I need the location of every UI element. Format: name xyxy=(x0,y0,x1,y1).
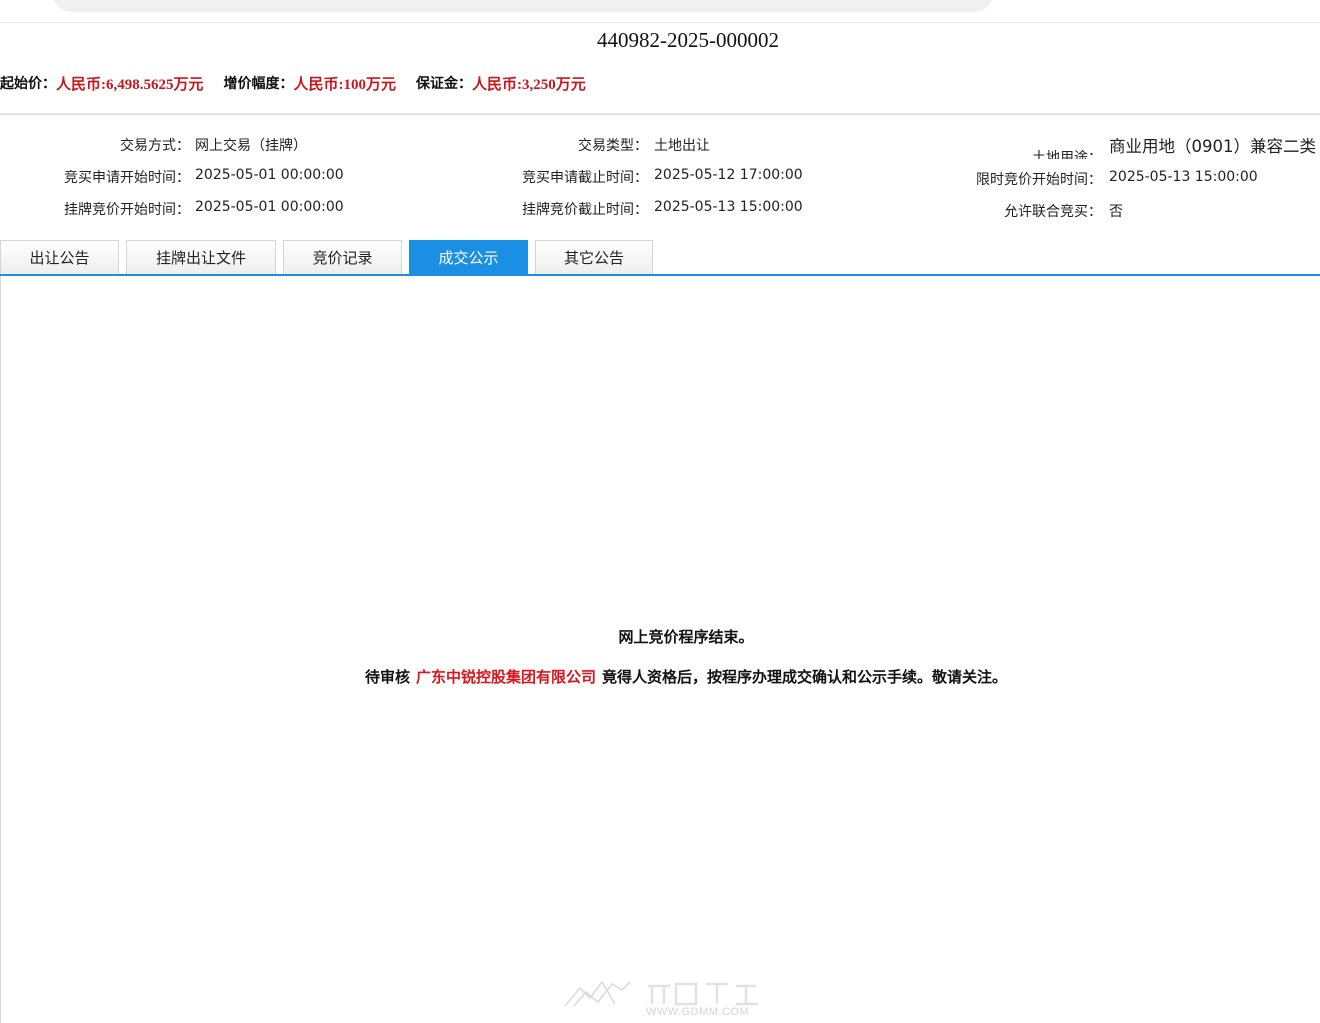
start-price-value: 人民币:6,498.5625万元 xyxy=(56,76,204,93)
land-use-label-text: 土地用途： xyxy=(1032,150,1102,159)
apply-start-label: 竞买申请开始时间： xyxy=(0,167,190,187)
timed-bid-start-label-text: 限时竞价开始时间： xyxy=(976,172,1102,188)
winner-company: 广东中锐控股集团有限公司 xyxy=(415,668,596,686)
search-bar[interactable] xyxy=(52,0,994,12)
top-divider xyxy=(0,22,1320,23)
apply-start-value: 2025-05-01 00:00:00 xyxy=(195,167,344,183)
bid-ended-message: 网上竞价程序结束。 xyxy=(618,628,754,646)
listing-bid-end-value: 2025-05-13 15:00:00 xyxy=(654,199,803,215)
increment-value: 人民币:100万元 xyxy=(293,76,397,93)
land-use-value: 商业用地（0901）兼容二类 xyxy=(1109,137,1316,156)
start-price-label: 起始价： xyxy=(0,76,56,92)
trade-method-value: 网上交易（挂牌） xyxy=(195,138,307,154)
trade-method-label-cell: 交易方式： xyxy=(0,135,190,155)
listing-bid-start-value: 2025-05-01 00:00:00 xyxy=(195,199,344,215)
tab-bid-records[interactable]: 竞价记录 xyxy=(283,240,402,274)
winner-prefix: 待审核 xyxy=(364,668,410,686)
listing-bid-start-label: 挂牌竞价开始时间： xyxy=(0,199,190,219)
gdmm-logo-icon: WWW.GDMM.COM xyxy=(560,978,765,1022)
trade-type-label: 交易类型： xyxy=(440,135,648,155)
joint-bid-label: 允许联合竞买： xyxy=(900,201,1102,221)
deposit-value: 人民币:3,250万元 xyxy=(472,76,586,93)
price-summary: 起始价： 人民币:6,498.5625万元 增价幅度： 人民币:100万元 保证… xyxy=(0,72,606,94)
listing-bid-end-label-text: 挂牌竞价截止时间： xyxy=(522,202,648,218)
info-divider xyxy=(0,113,1320,115)
trade-type-value: 土地出让 xyxy=(654,138,710,154)
apply-end-value: 2025-05-12 17:00:00 xyxy=(654,167,803,183)
joint-bid-value: 否 xyxy=(1109,204,1123,220)
tab-other-notices[interactable]: 其它公告 xyxy=(535,240,653,274)
tab-transfer-notice[interactable]: 出让公告 xyxy=(0,240,119,274)
timed-bid-start-label: 限时竞价开始时间： xyxy=(900,169,1102,189)
joint-bid-label-text: 允许联合竞买： xyxy=(1004,204,1102,220)
timed-bid-start-value: 2025-05-13 15:00:00 xyxy=(1109,169,1258,185)
deposit-label: 保证金： xyxy=(416,76,472,92)
watermark-graphic xyxy=(564,980,758,1007)
apply-end-label-text: 竞买申请截止时间： xyxy=(522,170,648,186)
listing-code-title: 440982-2025-000002 xyxy=(597,28,779,52)
tab-transaction-publicity[interactable]: 成交公示 xyxy=(409,240,528,274)
trade-method-label-text: 交易方式： xyxy=(120,138,190,154)
winner-message: 待审核 广东中锐控股集团有限公司 竟得人资格后，按程序办理成交确认和公示手续。敬请关… xyxy=(0,666,1320,687)
listing-bid-start-label-text: 挂牌竞价开始时间： xyxy=(64,202,190,218)
listing-bid-end-label: 挂牌竞价截止时间： xyxy=(440,199,648,219)
apply-end-label: 竞买申请截止时间： xyxy=(440,167,648,187)
increment-label: 增价幅度： xyxy=(223,76,294,92)
content-border xyxy=(0,276,1,1023)
page: 440982-2025-000002 起始价： 人民币:6,498.5625万元… xyxy=(0,0,1320,1023)
trade-type-label-text: 交易类型： xyxy=(578,138,648,154)
watermark-url: WWW.GDMM.COM xyxy=(646,1006,750,1018)
winner-suffix: 竟得人资格后，按程序办理成交确认和公示手续。敬请关注。 xyxy=(602,668,1008,686)
apply-start-label-text: 竞买申请开始时间： xyxy=(64,170,190,186)
tab-listing-documents[interactable]: 挂牌出让文件 xyxy=(126,240,276,274)
land-use-label: 土地用途： xyxy=(900,147,1102,159)
tab-underline xyxy=(0,274,1320,276)
